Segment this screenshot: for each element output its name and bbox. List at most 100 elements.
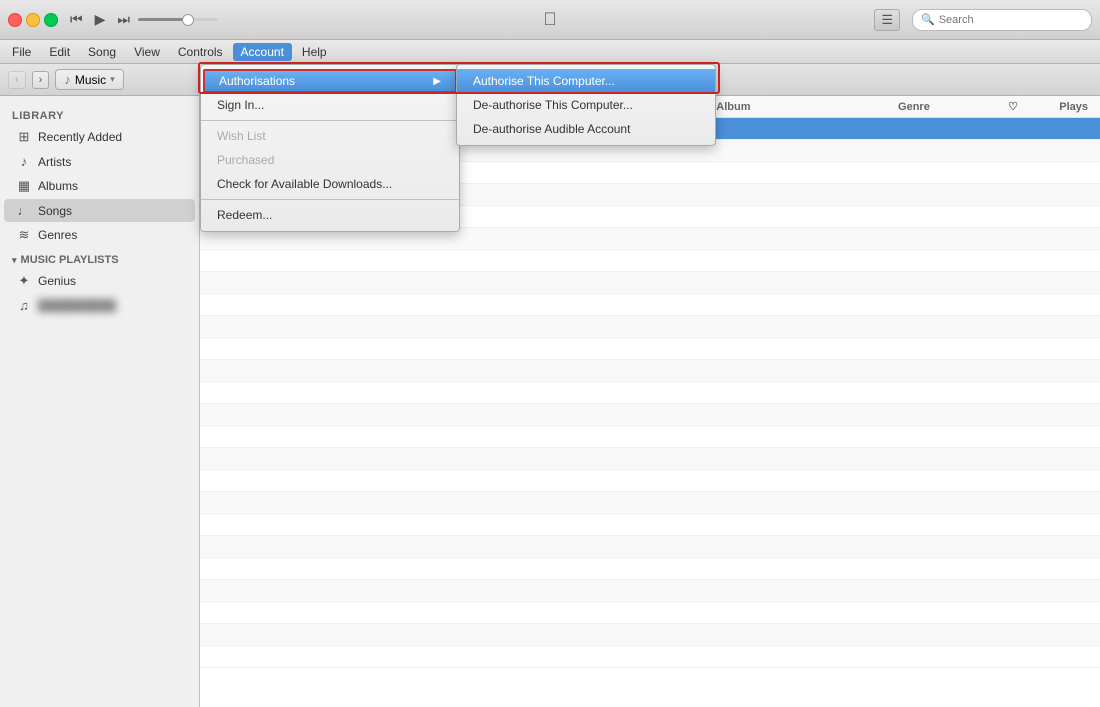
col-genre: Genre xyxy=(898,101,998,113)
library-title: Library xyxy=(0,104,199,124)
wish-list-label: Wish List xyxy=(217,129,266,143)
table-row[interactable] xyxy=(200,602,1100,624)
title-bar: ⏮ ▶ ⏭  ☰ 🔍 xyxy=(0,0,1100,40)
sidebar-item-label: ██████████ xyxy=(38,300,116,312)
playlist-chevron: ▾ xyxy=(12,255,17,266)
sidebar: Library ⊞ Recently Added ♪ Artists ▦ Alb… xyxy=(0,96,200,707)
submenu-deauthorise-audible[interactable]: De-authorise Audible Account xyxy=(457,117,715,141)
menu-edit[interactable]: Edit xyxy=(41,43,78,61)
redeem-label: Redeem... xyxy=(217,208,272,222)
source-chevron: ▾ xyxy=(110,74,115,85)
table-row[interactable] xyxy=(200,492,1100,514)
sidebar-item-recently-added[interactable]: ⊞ Recently Added xyxy=(4,125,195,149)
deauthorise-audible-label: De-authorise Audible Account xyxy=(473,122,630,136)
transport-controls: ⏮ ▶ ⏭ xyxy=(66,9,134,30)
purchased-label: Purchased xyxy=(217,153,274,167)
sidebar-item-label: Genius xyxy=(38,274,76,288)
table-row[interactable] xyxy=(200,272,1100,294)
table-row[interactable] xyxy=(200,404,1100,426)
sidebar-item-label: Recently Added xyxy=(38,130,122,144)
sidebar-item-label: Genres xyxy=(38,228,77,242)
maximize-button[interactable] xyxy=(44,13,58,27)
table-row[interactable] xyxy=(200,338,1100,360)
authorisations-submenu: Authorise This Computer... De-authorise … xyxy=(456,64,716,146)
table-row[interactable] xyxy=(200,382,1100,404)
albums-icon: ▦ xyxy=(16,178,32,194)
menu-authorisations[interactable]: Authorisations ▶ xyxy=(203,69,457,93)
table-row[interactable] xyxy=(200,250,1100,272)
sign-in-label: Sign In... xyxy=(217,98,264,112)
window-controls xyxy=(8,13,58,27)
apple-logo:  xyxy=(543,9,557,30)
account-menu: Authorisations ▶ Sign In... Wish List Pu… xyxy=(200,64,460,232)
playlists-title: Music Playlists xyxy=(21,254,119,266)
sidebar-item-label: Songs xyxy=(38,204,72,218)
minimize-button[interactable] xyxy=(26,13,40,27)
sidebar-item-genius[interactable]: ✦ Genius xyxy=(4,269,195,293)
fastforward-button[interactable]: ⏭ xyxy=(113,9,134,30)
menu-song[interactable]: Song xyxy=(80,43,124,61)
menu-controls[interactable]: Controls xyxy=(170,43,231,61)
sidebar-item-label: Albums xyxy=(38,179,78,193)
menu-separator-2 xyxy=(201,199,459,200)
table-row[interactable] xyxy=(200,536,1100,558)
recently-added-icon: ⊞ xyxy=(16,129,32,145)
sidebar-item-albums[interactable]: ▦ Albums xyxy=(4,174,195,198)
sidebar-item-artists[interactable]: ♪ Artists xyxy=(4,150,195,173)
genius-icon: ✦ xyxy=(16,273,32,289)
list-view-button[interactable]: ☰ xyxy=(874,9,900,31)
table-row[interactable] xyxy=(200,624,1100,646)
table-row[interactable] xyxy=(200,294,1100,316)
menu-sign-in[interactable]: Sign In... xyxy=(201,93,459,117)
table-row[interactable] xyxy=(200,514,1100,536)
music-icon: ♪ xyxy=(64,72,71,87)
source-label: Music xyxy=(75,73,106,87)
artists-icon: ♪ xyxy=(16,154,32,169)
menu-separator xyxy=(201,120,459,121)
menu-redeem[interactable]: Redeem... xyxy=(201,203,459,227)
menu-wish-list: Wish List xyxy=(201,124,459,148)
submenu-authorise-computer[interactable]: Authorise This Computer... xyxy=(457,69,715,93)
volume-slider[interactable] xyxy=(138,18,218,21)
search-icon: 🔍 xyxy=(921,13,935,26)
source-selector[interactable]: ♪ Music ▾ xyxy=(55,69,123,90)
submenu-deauthorise-computer[interactable]: De-authorise This Computer... xyxy=(457,93,715,117)
table-row[interactable] xyxy=(200,360,1100,382)
menu-help[interactable]: Help xyxy=(294,43,335,61)
authorise-computer-label: Authorise This Computer... xyxy=(473,74,615,88)
playlist-icon: ♫ xyxy=(16,298,32,313)
table-row[interactable] xyxy=(200,558,1100,580)
menu-purchased: Purchased xyxy=(201,148,459,172)
menu-view[interactable]: View xyxy=(126,43,168,61)
submenu-arrow: ▶ xyxy=(433,76,441,87)
col-album: Album xyxy=(716,101,898,113)
menu-bar: File Edit Song View Controls Account Hel… xyxy=(0,40,1100,64)
search-box[interactable]: 🔍 xyxy=(912,9,1092,31)
table-row[interactable] xyxy=(200,316,1100,338)
table-row[interactable] xyxy=(200,426,1100,448)
menu-check-downloads[interactable]: Check for Available Downloads... xyxy=(201,172,459,196)
close-button[interactable] xyxy=(8,13,22,27)
sidebar-item-playlist-1[interactable]: ♫ ██████████ xyxy=(4,294,195,317)
table-row[interactable] xyxy=(200,448,1100,470)
genres-icon: ≋ xyxy=(16,227,32,243)
col-plays: Plays xyxy=(1028,101,1088,113)
check-downloads-label: Check for Available Downloads... xyxy=(217,177,392,191)
sidebar-item-songs[interactable]: ♩ Songs xyxy=(4,199,195,222)
songs-icon: ♩ xyxy=(16,203,32,218)
menu-file[interactable]: File xyxy=(4,43,39,61)
table-row[interactable] xyxy=(200,646,1100,668)
table-row[interactable] xyxy=(200,470,1100,492)
play-button[interactable]: ▶ xyxy=(91,9,110,30)
sidebar-item-label: Artists xyxy=(38,155,71,169)
rewind-button[interactable]: ⏮ xyxy=(66,9,87,30)
back-button[interactable]: ‹ xyxy=(8,71,26,89)
table-row[interactable] xyxy=(200,580,1100,602)
playlists-section[interactable]: ▾ Music Playlists xyxy=(0,248,199,268)
forward-button[interactable]: › xyxy=(32,71,50,89)
deauthorise-computer-label: De-authorise This Computer... xyxy=(473,98,633,112)
menu-account[interactable]: Account xyxy=(233,43,292,61)
sidebar-item-genres[interactable]: ≋ Genres xyxy=(4,223,195,247)
search-input[interactable] xyxy=(939,14,1083,26)
main-layout: Library ⊞ Recently Added ♪ Artists ▦ Alb… xyxy=(0,96,1100,707)
